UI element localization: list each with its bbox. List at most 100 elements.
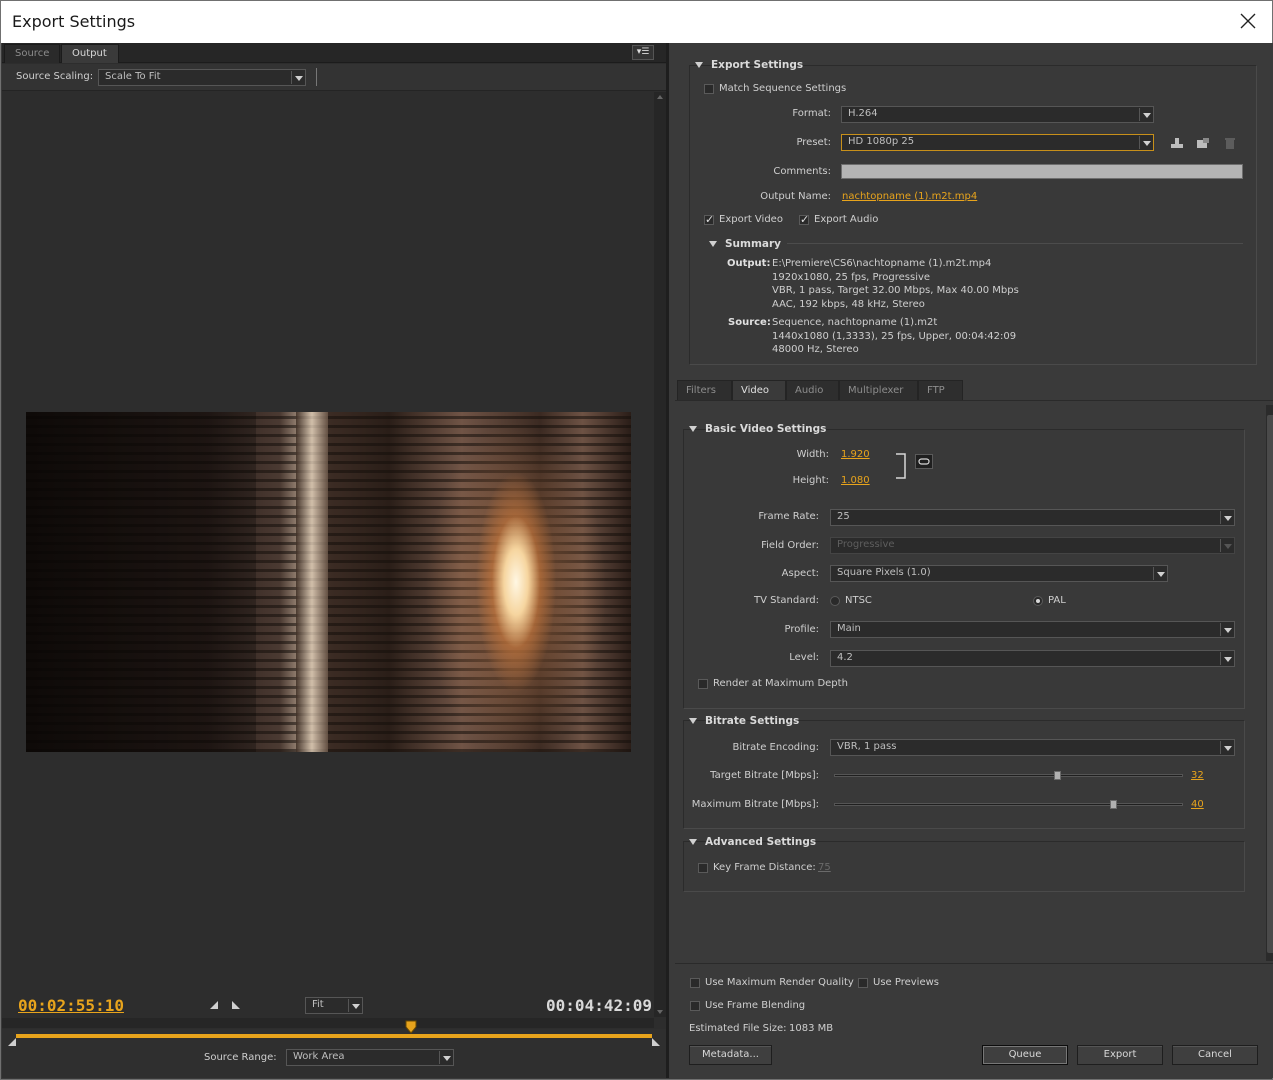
level-dropdown[interactable]: 4.2: [830, 650, 1235, 667]
pal-radio[interactable]: [1033, 596, 1043, 606]
max-bitrate-thumb[interactable]: [1110, 800, 1118, 809]
target-bitrate-thumb[interactable]: [1054, 771, 1062, 780]
format-dropdown[interactable]: H.264: [841, 106, 1154, 123]
frame-blending-label: Use Frame Blending: [705, 1000, 806, 1011]
aspect-label: Aspect:: [781, 568, 819, 579]
chevron-down-icon: [348, 999, 361, 1012]
frame-rate-dropdown[interactable]: 25: [830, 509, 1235, 526]
trash-icon[interactable]: [1223, 137, 1237, 149]
out-point-icon[interactable]: [652, 1038, 660, 1046]
window-title: Export Settings: [12, 12, 136, 31]
scroll-up-icon[interactable]: [657, 95, 663, 99]
target-bitrate-slider[interactable]: [834, 774, 1183, 777]
target-bitrate-label: Target Bitrate [Mbps]:: [710, 770, 819, 781]
tab-source[interactable]: Source: [4, 44, 61, 63]
tab-multiplexer[interactable]: Multiplexer: [839, 380, 918, 400]
queue-button[interactable]: Queue: [982, 1045, 1068, 1065]
export-button[interactable]: Export: [1077, 1045, 1163, 1065]
aspect-value: Square Pixels (1.0): [837, 567, 931, 578]
source-range-value: Work Area: [293, 1051, 345, 1062]
settings-scrollbar[interactable]: [1266, 405, 1273, 961]
output-name-label: Output Name:: [760, 191, 831, 202]
tv-standard-label: TV Standard:: [754, 595, 819, 606]
preview-vertical-scrollbar[interactable]: [654, 92, 666, 1017]
target-bitrate-value[interactable]: 32: [1191, 770, 1204, 781]
export-settings-heading[interactable]: Export Settings: [695, 59, 803, 71]
output-name-link[interactable]: nachtopname (1).m2t.mp4: [842, 191, 977, 202]
import-preset-icon[interactable]: [1196, 137, 1210, 149]
panel-menu-icon[interactable]: ▾☰: [632, 45, 654, 60]
basic-video-heading[interactable]: Basic Video Settings: [689, 423, 826, 435]
bitrate-encoding-dropdown[interactable]: VBR, 1 pass: [830, 739, 1235, 756]
chevron-down-icon: [291, 71, 304, 84]
link-bracket-icon: [896, 453, 906, 479]
render-max-depth-checkbox[interactable]: [698, 679, 708, 689]
set-in-out-icons[interactable]: [208, 999, 242, 1011]
summary-source-label: Source:: [728, 317, 771, 328]
bitrate-heading[interactable]: Bitrate Settings: [689, 715, 799, 727]
chevron-down-icon: [1220, 741, 1233, 754]
zoom-dropdown[interactable]: Fit: [305, 997, 363, 1014]
height-value[interactable]: 1.080: [841, 475, 870, 486]
width-value[interactable]: 1.920: [841, 449, 870, 460]
chevron-down-icon: [1220, 623, 1233, 636]
field-order-dropdown: Progressive: [830, 537, 1235, 554]
summary-heading[interactable]: Summary: [709, 238, 781, 250]
height-label: Height:: [792, 475, 829, 486]
tab-filters[interactable]: Filters: [677, 380, 732, 400]
source-range-dropdown[interactable]: Work Area: [286, 1049, 454, 1066]
chevron-down-icon: [1220, 511, 1233, 524]
ntsc-label: NTSC: [845, 595, 872, 606]
preview-panel: Source Output ▾☰ Source Scaling: Scale T…: [2, 43, 666, 1078]
tab-video[interactable]: Video: [732, 380, 786, 400]
width-label: Width:: [796, 449, 829, 460]
source-scaling-dropdown[interactable]: Scale To Fit: [98, 69, 306, 86]
settings-panel: Export Settings Match Sequence Settings …: [669, 43, 1273, 1078]
profile-value: Main: [837, 623, 861, 634]
profile-dropdown[interactable]: Main: [830, 621, 1235, 638]
max-bitrate-value[interactable]: 40: [1191, 799, 1204, 810]
video-preview-area: [2, 92, 654, 1017]
source-scaling-label: Source Scaling:: [16, 71, 94, 82]
field-order-value: Progressive: [837, 539, 895, 550]
match-sequence-checkbox[interactable]: [704, 84, 714, 94]
aspect-dropdown[interactable]: Square Pixels (1.0): [830, 565, 1168, 582]
advanced-title: Advanced Settings: [705, 836, 817, 848]
constrain-proportions-icon[interactable]: [915, 454, 933, 469]
cancel-button[interactable]: Cancel: [1172, 1045, 1258, 1065]
match-sequence-label: Match Sequence Settings: [719, 83, 847, 94]
export-video-label: Export Video: [719, 214, 783, 225]
frame-blending-checkbox[interactable]: [690, 1001, 700, 1011]
advanced-heading[interactable]: Advanced Settings: [689, 836, 816, 848]
key-frame-checkbox[interactable]: [698, 863, 708, 873]
current-timecode[interactable]: 00:02:55:10: [18, 996, 124, 1015]
chevron-down-icon: [1220, 652, 1233, 665]
ntsc-radio[interactable]: [830, 596, 840, 606]
tab-audio[interactable]: Audio: [786, 380, 839, 400]
in-point-icon[interactable]: [8, 1038, 16, 1046]
close-icon[interactable]: [1238, 11, 1258, 31]
scroll-thumb[interactable]: [1267, 415, 1273, 953]
field-order-label: Field Order:: [761, 540, 819, 551]
preset-dropdown[interactable]: HD 1080p 25: [841, 134, 1154, 151]
use-previews-checkbox[interactable]: [858, 978, 868, 988]
bitrate-encoding-label: Bitrate Encoding:: [732, 742, 819, 753]
pal-label: PAL: [1048, 595, 1066, 606]
save-preset-icon[interactable]: [1170, 137, 1184, 149]
comments-label: Comments:: [773, 166, 831, 177]
scroll-down-icon[interactable]: [657, 1010, 663, 1014]
tab-ftp[interactable]: FTP: [918, 380, 963, 400]
export-video-checkbox[interactable]: [704, 213, 714, 226]
export-audio-checkbox[interactable]: [799, 213, 809, 226]
preview-tabs: Source Output ▾☰: [2, 43, 666, 63]
preview-horizontal-scrollbar[interactable]: [2, 1018, 654, 1028]
tab-output[interactable]: Output: [61, 44, 119, 63]
playhead-icon[interactable]: [405, 1020, 417, 1034]
timeline-track[interactable]: [16, 1034, 652, 1038]
video-settings-scroll-area: Basic Video Settings Width: 1.920 Height…: [675, 400, 1273, 961]
summary-source-lines: Sequence, nachtopname (1).m2t 1440x1080 …: [772, 316, 1016, 357]
max-bitrate-slider[interactable]: [834, 803, 1183, 806]
metadata-button[interactable]: Metadata...: [689, 1045, 772, 1065]
comments-input[interactable]: [841, 164, 1243, 179]
max-render-quality-checkbox[interactable]: [690, 978, 700, 988]
